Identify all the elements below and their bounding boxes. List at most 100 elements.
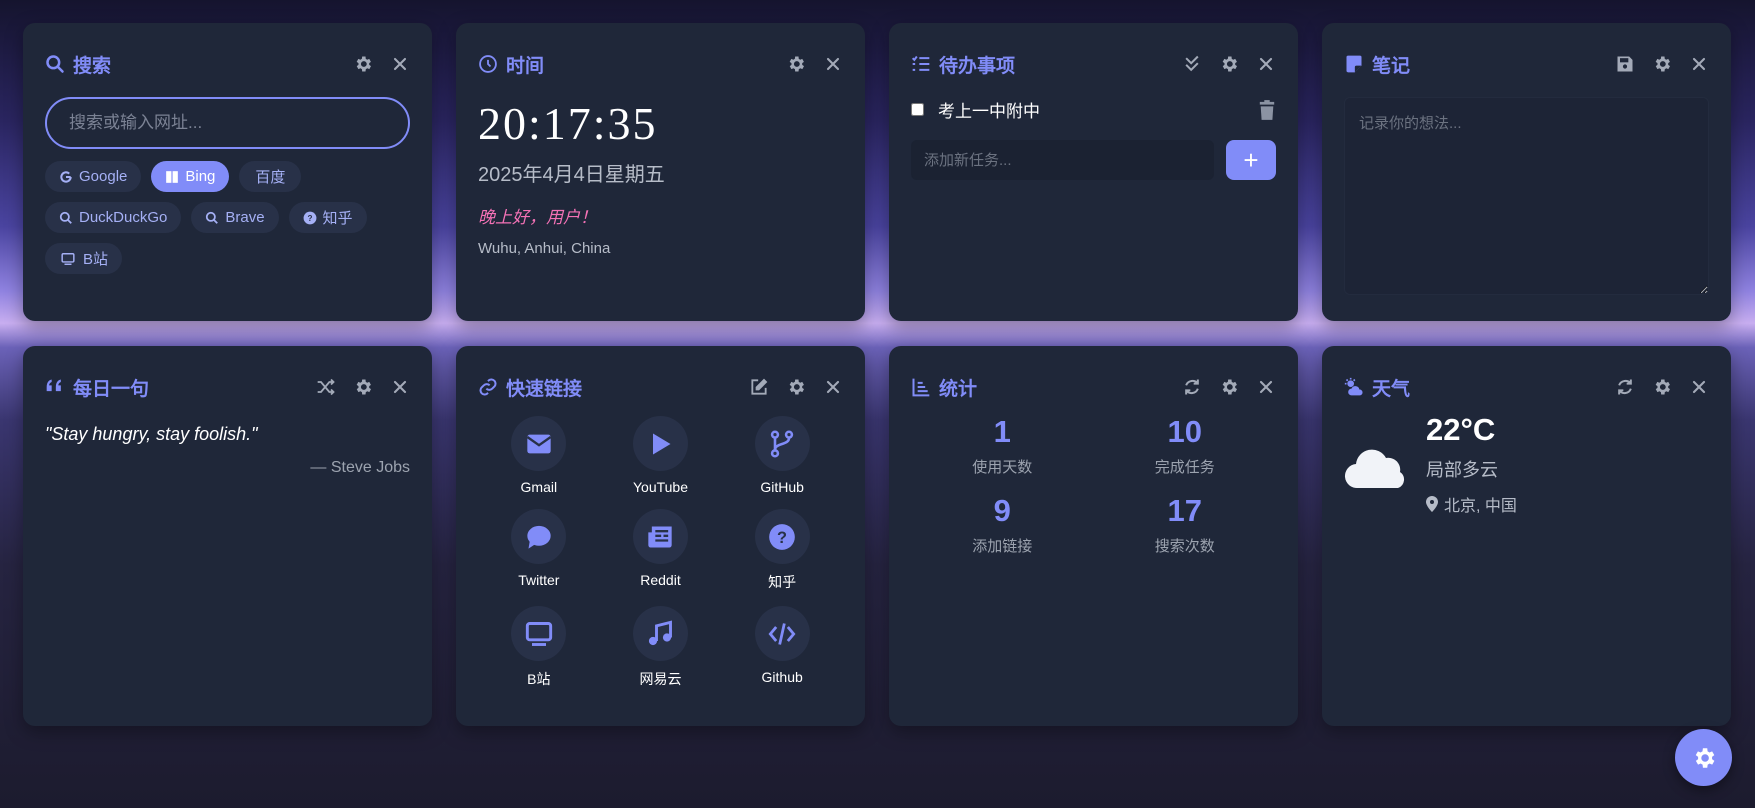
link-bilibili[interactable]: B站 [478,606,600,689]
svg-text:?: ? [777,528,787,546]
link-label: 知乎 [768,574,797,590]
refresh-icon[interactable] [1182,377,1202,397]
link-label: Gmail [520,479,558,495]
check-double-icon[interactable] [1182,54,1202,74]
weather-condition: 局部多云 [1426,460,1498,480]
weather-location: 北京, 中国 [1444,498,1517,515]
link-netease-music[interactable]: 网易云 [600,606,722,689]
stat-value: 10 [1167,414,1202,449]
edit-icon[interactable] [749,377,769,397]
question-circle-icon: ? [768,523,796,551]
play-icon [646,430,674,458]
link-reddit[interactable]: Reddit [600,509,722,592]
search-icon [205,211,219,225]
link-label: GitHub [760,479,804,495]
global-settings-button[interactable] [1675,729,1732,786]
close-icon[interactable] [1256,377,1276,397]
todo-widget: 待办事项 考上一中附中 + [889,23,1298,321]
engine-bilibili[interactable]: B站 [45,243,123,274]
search-input[interactable] [45,97,410,149]
windows-icon [165,170,179,184]
code-icon [768,620,796,648]
newspaper-icon [646,523,674,551]
link-label: Github [761,669,803,685]
settings-gear-icon[interactable] [1652,377,1672,397]
link-github[interactable]: GitHub [721,416,843,495]
chip-label: B站 [83,251,109,268]
new-task-input[interactable] [911,140,1214,180]
settings-gear-icon[interactable] [1219,54,1239,74]
stat-label: 搜索次数 [1154,538,1215,555]
tv-icon [525,620,553,648]
settings-gear-icon[interactable] [786,377,806,397]
settings-gear-icon[interactable] [1652,54,1672,74]
settings-gear-icon[interactable] [786,54,806,74]
settings-gear-icon[interactable] [353,377,373,397]
notes-widget: 笔记 [1322,23,1731,321]
stat-value: 1 [993,414,1011,449]
chip-label: Brave [225,209,265,226]
link-zhihu[interactable]: ? 知乎 [721,509,843,592]
todo-text: 考上一中附中 [938,102,1040,121]
link-label: 网易云 [639,671,682,687]
quote-widget: 每日一句 "Stay hungry, stay foolish." — Stev… [23,346,432,726]
close-icon[interactable] [1689,54,1709,74]
close-icon[interactable] [823,54,843,74]
link-youtube[interactable]: YouTube [600,416,722,495]
question-circle-icon: ? [303,211,317,225]
music-icon [646,619,674,648]
widget-title: 快速链接 [506,378,583,400]
stat-days-used: 1 使用天数 [911,414,1094,477]
gear-icon [1691,745,1717,771]
notes-textarea[interactable] [1344,97,1709,295]
refresh-icon[interactable] [1615,377,1635,397]
chip-label: 知乎 [322,210,353,227]
cloud-icon [1344,442,1406,490]
widget-title: 搜索 [73,55,112,77]
stat-label: 添加链接 [972,538,1033,555]
shuffle-icon[interactable] [316,377,336,397]
quote-author: — Steve Jobs [310,459,410,476]
link-twitter[interactable]: Twitter [478,509,600,592]
widget-title: 待办事项 [939,55,1016,77]
chip-label: 百度 [255,169,286,186]
time-widget: 时间 20:17:35 2025年4月4日星期五 晚上好，用户！ Wuhu, A… [456,23,865,321]
link-github-code[interactable]: Github [721,606,843,689]
widget-title: 天气 [1372,378,1411,400]
chip-label: Google [79,168,128,185]
close-icon[interactable] [1256,54,1276,74]
chart-bar-icon [911,377,931,397]
link-gmail[interactable]: Gmail [478,416,600,495]
quote-text: "Stay hungry, stay foolish." [45,424,258,444]
search-widget: 搜索 Google Bing 百度 DuckDuckGo Brave ? 知乎 B… [23,23,432,321]
engine-brave[interactable]: Brave [191,202,279,233]
link-icon [478,377,498,397]
search-icon [59,211,73,225]
stat-links-added: 9 添加链接 [911,493,1094,556]
temperature: 22°C [1426,412,1496,447]
stat-search-count: 17 搜索次数 [1094,493,1277,556]
svg-text:?: ? [307,213,312,222]
stat-label: 使用天数 [972,459,1033,476]
engine-bing[interactable]: Bing [151,161,230,192]
engine-baidu[interactable]: 百度 [239,161,302,192]
todo-checkbox[interactable] [911,103,924,116]
stat-label: 完成任务 [1154,459,1215,476]
close-icon[interactable] [1689,377,1709,397]
clock-display: 20:17:35 [478,98,658,149]
widget-title: 每日一句 [73,378,150,400]
widget-title: 时间 [506,55,545,77]
engine-google[interactable]: Google [45,161,142,192]
widget-title: 笔记 [1372,55,1411,77]
close-icon[interactable] [390,54,410,74]
trash-icon[interactable] [1258,99,1276,120]
engine-duckduckgo[interactable]: DuckDuckGo [45,202,182,233]
chip-label: DuckDuckGo [79,209,168,226]
close-icon[interactable] [823,377,843,397]
settings-gear-icon[interactable] [1219,377,1239,397]
engine-zhihu[interactable]: ? 知乎 [288,202,367,233]
save-icon[interactable] [1615,54,1635,74]
add-task-button[interactable]: + [1226,140,1276,180]
close-icon[interactable] [390,377,410,397]
settings-gear-icon[interactable] [353,54,373,74]
